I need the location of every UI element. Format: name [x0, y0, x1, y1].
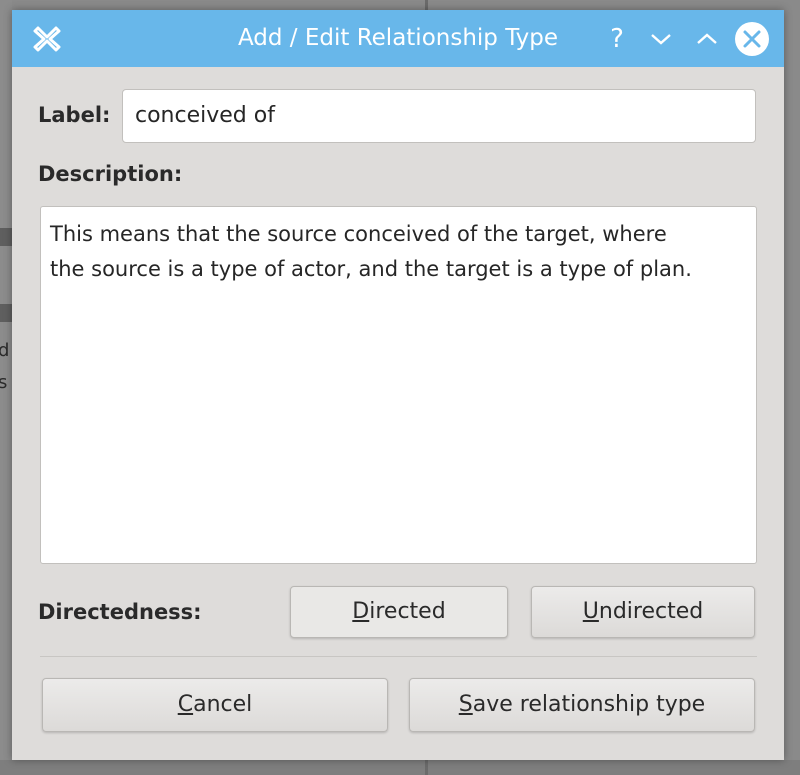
- cancel-mnemonic: C: [177, 692, 194, 717]
- divider: [40, 656, 757, 657]
- title-bar[interactable]: Add / Edit Relationship Type ?: [12, 10, 784, 67]
- relationship-type-dialog: Add / Edit Relationship Type ? Label: co…: [12, 10, 784, 760]
- close-x-app-icon[interactable]: [32, 24, 62, 54]
- background-divider: [425, 0, 428, 10]
- label-caption: Label:: [38, 103, 111, 127]
- directedness-caption: Directedness:: [38, 600, 202, 624]
- cancel-button[interactable]: Cancel: [42, 678, 388, 732]
- save-label: ave relationship type: [472, 692, 706, 717]
- label-input[interactable]: conceived of: [122, 89, 756, 143]
- directed-button[interactable]: Directed: [290, 586, 508, 638]
- background-row-marker: [0, 304, 12, 322]
- save-mnemonic: S: [458, 692, 473, 717]
- save-relationship-type-button[interactable]: Save relationship type: [409, 678, 755, 732]
- help-icon[interactable]: ?: [600, 22, 634, 56]
- background-bottom-bar: [0, 760, 800, 775]
- background-divider: [425, 760, 428, 775]
- background-text-fragment: s: [0, 372, 8, 393]
- cancel-label: ancel: [193, 692, 253, 717]
- background-right-panel: [784, 0, 800, 775]
- close-circle-icon[interactable]: [734, 21, 770, 57]
- undirected-mnemonic: U: [582, 599, 599, 624]
- directed-mnemonic: D: [352, 599, 370, 624]
- chevron-down-icon[interactable]: [644, 22, 678, 56]
- undirected-button[interactable]: Undirected: [531, 586, 755, 638]
- description-textarea[interactable]: This means that the source conceived of …: [40, 206, 757, 564]
- chevron-up-icon[interactable]: [690, 22, 724, 56]
- background-top-bar: [0, 0, 800, 10]
- directed-label: irected: [369, 599, 446, 624]
- background-text-fragment: d: [0, 340, 10, 361]
- description-caption: Description:: [38, 162, 183, 186]
- undirected-label: ndirected: [598, 599, 704, 624]
- background-row-marker: [0, 228, 12, 246]
